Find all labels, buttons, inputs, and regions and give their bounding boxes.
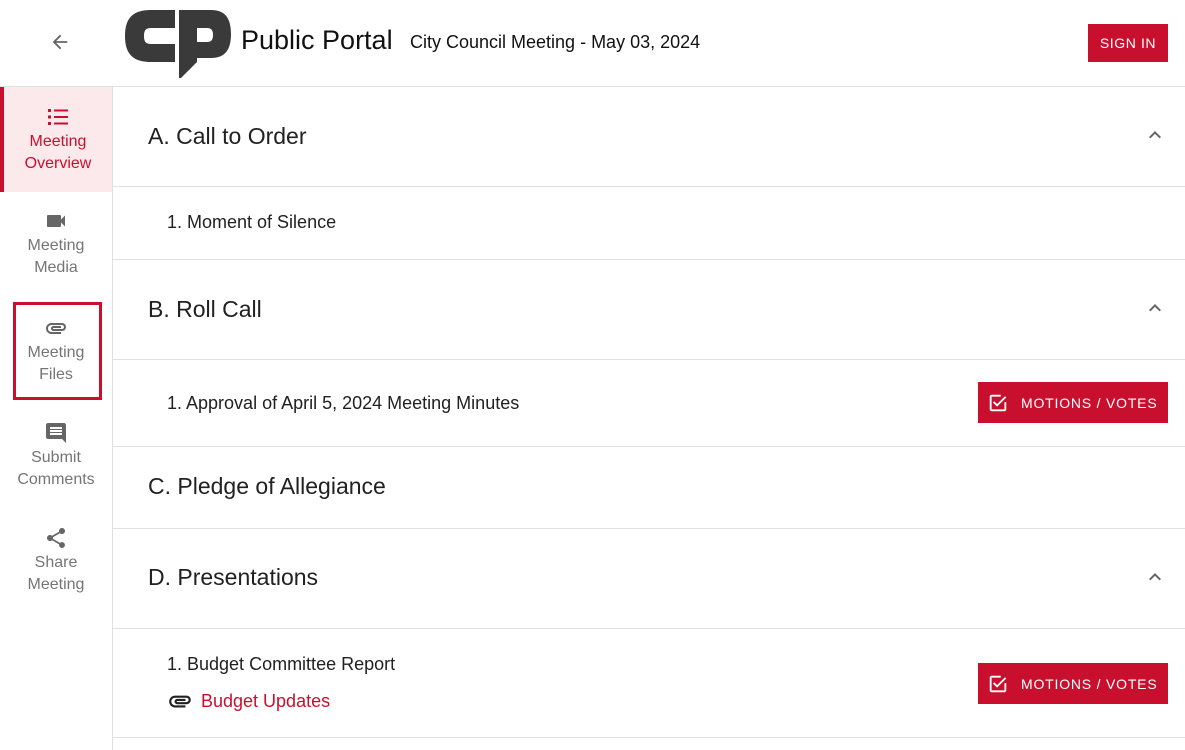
sidebar-item-meeting-media[interactable]: Meeting Media bbox=[0, 209, 112, 289]
sidebar-item-label: Meeting bbox=[29, 133, 87, 150]
comment-icon bbox=[46, 423, 66, 443]
section-title: D. Presentations bbox=[148, 564, 319, 590]
list-icon bbox=[48, 109, 68, 125]
sidebar-item-label: Files bbox=[39, 366, 73, 383]
sidebar-item-label: Submit bbox=[31, 449, 81, 466]
meeting-title: City Council Meeting - May 03, 2024 bbox=[410, 32, 701, 52]
item-title[interactable]: 1. Budget Committee Report bbox=[167, 654, 395, 675]
attachment-link-text: Budget Updates bbox=[201, 690, 331, 711]
sidebar-item-submit-comments[interactable]: Submit Comments bbox=[0, 421, 112, 501]
item-title[interactable]: 1. Approval of April 5, 2024 Meeting Min… bbox=[167, 393, 519, 414]
sidebar-item-label: Comments bbox=[17, 471, 95, 488]
agenda-section-header[interactable]: A. Call to Order bbox=[113, 87, 1185, 187]
sidebar-item-label: Media bbox=[34, 259, 78, 276]
chevron-up-icon[interactable] bbox=[1143, 565, 1167, 589]
button-label: MOTIONS / VOTES bbox=[1021, 675, 1158, 692]
agenda-item-row: 1. Moment of Silence bbox=[113, 187, 1185, 260]
sidebar-item-label: Meeting bbox=[27, 237, 85, 254]
motions-votes-button[interactable]: MOTIONS / VOTES bbox=[978, 663, 1168, 704]
sidebar-item-meeting-files[interactable]: Meeting Files bbox=[0, 316, 112, 396]
agenda-item-row: 1. Budget Committee Report Budget Update… bbox=[113, 629, 1185, 738]
paperclip-icon bbox=[169, 695, 191, 708]
button-label: MOTIONS / VOTES bbox=[1021, 394, 1158, 411]
sign-in-button[interactable]: SIGN IN bbox=[1088, 24, 1168, 62]
chevron-up-icon[interactable] bbox=[1143, 123, 1167, 147]
section-title: C. Pledge of Allegiance bbox=[148, 473, 386, 499]
back-button[interactable] bbox=[38, 20, 82, 64]
section-title: B. Roll Call bbox=[148, 296, 262, 322]
sidebar-item-label: Meeting bbox=[27, 576, 85, 593]
top-header: Public Portal City Council Meeting - May… bbox=[0, 0, 1185, 87]
chevron-up-icon[interactable] bbox=[1143, 296, 1167, 320]
checkbox-checked-icon bbox=[989, 675, 1007, 692]
attachment-link[interactable]: Budget Updates bbox=[167, 688, 330, 714]
paperclip-icon bbox=[46, 323, 66, 334]
portal-title: Public Portal bbox=[241, 25, 393, 55]
sidebar-item-label: Overview bbox=[24, 155, 92, 172]
agenda-section-header[interactable]: C. Pledge of Allegiance bbox=[113, 447, 1185, 529]
arrow-left-icon bbox=[52, 34, 68, 50]
section-title: A. Call to Order bbox=[148, 123, 307, 149]
sidebar-item-share-meeting[interactable]: Share Meeting bbox=[0, 526, 112, 606]
sidebar-item-label: Meeting bbox=[27, 344, 85, 361]
checkbox-checked-icon bbox=[989, 394, 1007, 411]
motions-votes-button[interactable]: MOTIONS / VOTES bbox=[978, 382, 1168, 423]
agenda-section-header[interactable]: D. Presentations bbox=[113, 529, 1185, 629]
sidebar-item-meeting-overview[interactable]: Meeting Overview bbox=[0, 87, 112, 192]
item-title[interactable]: 1. Moment of Silence bbox=[167, 212, 336, 233]
agenda-item-row: 1. Approval of April 5, 2024 Meeting Min… bbox=[113, 360, 1185, 447]
agenda-content: A. Call to Order 1. Moment of Silence B.… bbox=[113, 87, 1185, 750]
agenda-section-header[interactable]: B. Roll Call bbox=[113, 260, 1185, 360]
cp-logo[interactable] bbox=[121, 8, 233, 78]
sidebar-nav: Meeting Overview Meeting Media Meeting F… bbox=[0, 87, 113, 750]
sidebar-item-label: Share bbox=[34, 554, 78, 571]
video-camera-icon bbox=[47, 215, 65, 227]
share-icon bbox=[47, 528, 65, 548]
